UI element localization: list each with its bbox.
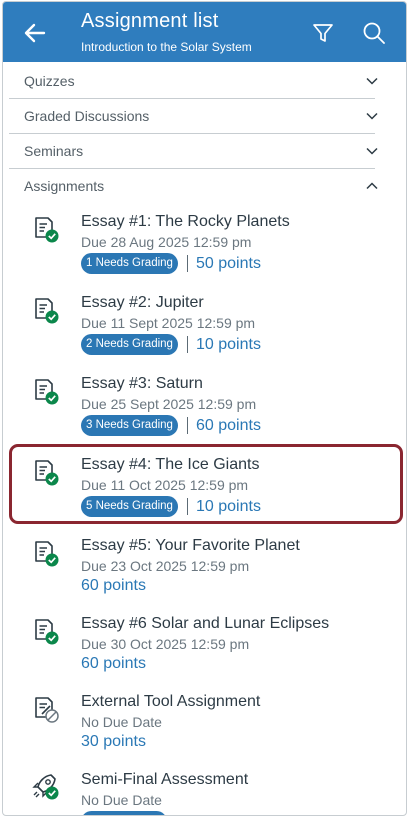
group-seminars[interactable]: Seminars (9, 134, 378, 169)
chevron-up-icon (365, 179, 379, 193)
search-button[interactable] (353, 16, 395, 50)
course-subtitle: Introduction to the Solar System (81, 40, 252, 54)
assignment-due-date: Due 28 Aug 2025 12:59 pm (81, 234, 252, 250)
assignment-points: 10 points (196, 336, 261, 353)
assignment-title: Essay #2: Jupiter (81, 294, 204, 311)
assignment-item[interactable]: Essay #3: Saturn Due 25 Sept 2025 12:59 … (3, 369, 406, 447)
assignment-points: 60 points (196, 417, 261, 434)
separator (187, 417, 188, 434)
assignment-published-icon (35, 541, 59, 567)
assignment-title: Semi-Final Assessment (81, 771, 249, 788)
page-title: Assignment list (81, 10, 219, 32)
assignment-due-date: Due 11 Sept 2025 12:59 pm (81, 315, 256, 331)
group-quizzes[interactable]: Quizzes (9, 64, 378, 99)
top-bar: Assignment list Introduction to the Sola… (3, 2, 406, 62)
assignment-title: Essay #4: The Ice Giants (81, 456, 260, 473)
assignment-published-icon (35, 379, 59, 405)
assignment-published-icon (35, 298, 59, 324)
assignment-published-icon (35, 217, 59, 243)
assignment-title: Essay #6 Solar and Lunar Eclipses (81, 615, 330, 632)
assignment-title: Essay #3: Saturn (81, 375, 203, 392)
needs-grading-badge: 2 Needs Grading (81, 334, 178, 355)
group-graded-discussions[interactable]: Graded Discussions (9, 99, 378, 134)
group-label: Quizzes (24, 73, 75, 89)
search-icon (363, 22, 385, 44)
filter-button[interactable] (303, 16, 343, 50)
app-frame: Assignment list Introduction to the Sola… (2, 1, 407, 816)
chevron-down-icon (365, 144, 379, 158)
assignment-due-date: No Due Date (81, 792, 162, 808)
chevron-down-icon (365, 74, 379, 88)
assignment-due-date: Due 30 Oct 2025 12:59 pm (81, 636, 250, 652)
needs-grading-badge: 1 Needs Grading (81, 253, 178, 274)
back-button[interactable] (15, 16, 55, 50)
needs-grading-badge: 5 Needs Grading (81, 496, 178, 517)
group-assignments[interactable]: Assignments (9, 169, 378, 203)
assignment-due-date: Due 25 Sept 2025 12:59 pm (81, 396, 257, 412)
assignment-due-date: Due 23 Oct 2025 12:59 pm (81, 558, 250, 574)
separator (187, 336, 188, 353)
assignment-item[interactable]: Essay #6 Solar and Lunar Eclipses Due 30… (3, 609, 406, 683)
assignment-item[interactable]: Essay #1: The Rocky Planets Due 28 Aug 2… (3, 207, 406, 285)
assignment-title: External Tool Assignment (81, 693, 261, 710)
needs-grading-badge-clipped (81, 811, 167, 815)
assignment-item[interactable]: External Tool Assignment No Due Date 30 … (3, 687, 406, 761)
back-arrow-icon (24, 23, 46, 43)
filter-icon (313, 24, 333, 42)
group-label: Graded Discussions (24, 108, 150, 124)
assignment-points: 60 points (81, 655, 146, 672)
assignment-title: Essay #1: The Rocky Planets (81, 213, 290, 230)
assignment-item[interactable]: Essay #2: Jupiter Due 11 Sept 2025 12:59… (3, 288, 406, 366)
external-tool-unpublished-icon (35, 697, 59, 723)
assignment-due-date: Due 11 Oct 2025 12:59 pm (81, 477, 249, 493)
assignment-points: 60 points (81, 577, 146, 594)
assignment-points: 30 points (81, 733, 146, 750)
chevron-down-icon (365, 109, 379, 123)
quiz-rocket-published-icon (32, 774, 59, 800)
needs-grading-badge: 3 Needs Grading (81, 415, 178, 436)
assignment-published-icon (35, 460, 59, 486)
assignment-item[interactable]: Semi-Final Assessment No Due Date (3, 765, 406, 815)
separator (187, 255, 188, 272)
group-label: Assignments (24, 178, 105, 194)
assignment-item[interactable]: Essay #4: The Ice Giants Due 11 Oct 2025… (3, 450, 406, 528)
assignment-item[interactable]: Essay #5: Your Favorite Planet Due 23 Oc… (3, 531, 406, 605)
assignment-published-icon (35, 619, 59, 645)
group-label: Seminars (24, 143, 84, 159)
separator (187, 498, 188, 515)
assignment-title: Essay #5: Your Favorite Planet (81, 537, 300, 554)
assignment-due-date: No Due Date (81, 714, 162, 730)
assignment-points: 10 points (196, 498, 261, 515)
assignment-points: 50 points (196, 255, 261, 272)
